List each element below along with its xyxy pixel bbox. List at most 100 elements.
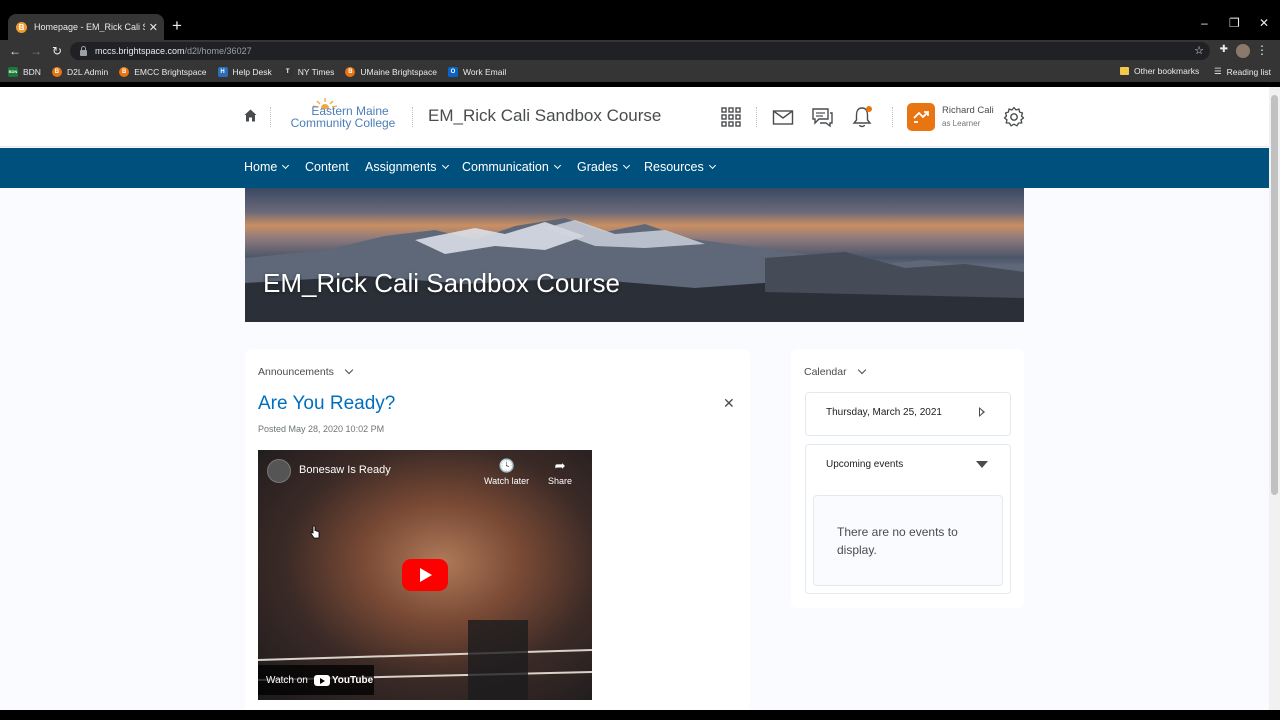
nav-grades[interactable]: Grades <box>577 160 631 174</box>
browser-tabbar: B Homepage - EM_Rick Cali Sandb ✕ + – ❐ … <box>0 0 1280 40</box>
announcement-title-link[interactable]: Are You Ready? <box>258 393 395 415</box>
new-tab-icon[interactable]: + <box>172 16 182 36</box>
role-switch-button[interactable] <box>907 103 935 131</box>
chevron-down-icon <box>441 161 449 170</box>
chevron-down-icon <box>857 365 866 375</box>
upcoming-events-label[interactable]: Upcoming events <box>826 459 903 470</box>
calendar-date-row[interactable]: Thursday, March 25, 2021 <box>805 392 1011 436</box>
address-bar-row: ← → ↻ mccs.brightspace.com/d2l/home/3602… <box>0 40 1280 62</box>
mountain-banner-image <box>245 218 1024 322</box>
bdn-icon: BDN <box>8 67 18 77</box>
tab-close-icon[interactable]: ✕ <box>149 21 158 34</box>
url-text: mccs.brightspace.com/d2l/home/36027 <box>95 46 252 56</box>
nytimes-icon: T <box>282 67 293 77</box>
minimize-icon[interactable]: – <box>1201 16 1208 30</box>
divider <box>270 107 271 127</box>
bookmark-help-desk[interactable]: H Help Desk <box>217 67 272 77</box>
calendar-menu[interactable]: Calendar <box>804 365 866 378</box>
brightspace-icon: B <box>51 67 62 77</box>
discussions-icon[interactable] <box>811 106 833 128</box>
chevron-down-icon <box>553 161 561 170</box>
watch-later-button[interactable]: 🕓 Watch later <box>484 458 529 486</box>
chevron-down-icon <box>708 161 716 170</box>
home-icon[interactable] <box>244 109 257 122</box>
expand-right-icon[interactable] <box>979 407 985 417</box>
no-events-box: There are no events to display. <box>813 495 1003 586</box>
no-events-message: There are no events to display. <box>837 525 958 557</box>
channel-avatar[interactable] <box>267 459 291 483</box>
youtube-logo-icon: YouTube <box>313 674 373 686</box>
banner-title: EM_Rick Cali Sandbox Course <box>263 268 620 298</box>
logo-text: Eastern Maine Community College <box>290 104 396 130</box>
folder-icon <box>1120 67 1129 75</box>
bookmark-d2l-admin[interactable]: B D2L Admin <box>51 67 108 77</box>
course-title[interactable]: EM_Rick Cali Sandbox Course <box>428 106 661 126</box>
chevron-down-icon <box>282 161 290 170</box>
bookmark-emcc-brightspace[interactable]: B EMCC Brightspace <box>119 67 207 77</box>
url-field[interactable]: mccs.brightspace.com/d2l/home/36027 <box>70 42 1210 60</box>
brightspace-page: Eastern Maine Community College EM_Rick … <box>0 87 1269 710</box>
user-role: as Learner <box>942 119 981 128</box>
outlook-icon: O <box>447 67 458 77</box>
calendar-date: Thursday, March 25, 2021 <box>826 407 942 418</box>
nav-communication[interactable]: Communication <box>462 160 561 174</box>
clock-icon: 🕓 <box>498 458 515 473</box>
collapse-down-icon[interactable] <box>976 461 988 468</box>
hand-cursor-icon <box>310 525 320 539</box>
reading-list-icon: ☰ <box>1214 66 1222 76</box>
chevron-down-icon <box>622 161 631 170</box>
share-arrow-icon: ➦ <box>554 458 566 473</box>
course-banner: EM_Rick Cali Sandbox Course <box>245 188 1024 322</box>
reading-list[interactable]: ☰ Reading list <box>1214 66 1271 77</box>
announcement-posted-date: Posted May 28, 2020 10:02 PM <box>258 424 385 434</box>
back-icon[interactable]: ← <box>9 43 21 59</box>
bookmark-star-icon[interactable]: ☆ <box>1194 44 1204 57</box>
bookmark-bdn[interactable]: BDN BDN <box>8 67 41 77</box>
nav-resources[interactable]: Resources <box>644 160 716 174</box>
help-desk-icon: H <box>217 67 228 77</box>
nav-home[interactable]: Home <box>244 160 290 174</box>
upcoming-events-panel: Upcoming events There are no events to d… <box>805 444 1011 594</box>
mail-icon[interactable] <box>772 106 794 128</box>
minibar-header: Eastern Maine Community College EM_Rick … <box>0 87 1269 147</box>
browser-menu-icon[interactable]: ⋮ <box>1256 43 1268 57</box>
brightspace-icon: B <box>119 67 130 77</box>
play-button[interactable] <box>402 559 448 591</box>
video-title[interactable]: Bonesaw Is Ready <box>299 464 391 476</box>
announcements-widget: Announcements Are You Ready? ✕ Posted Ma… <box>245 349 750 710</box>
profile-avatar[interactable] <box>1236 44 1250 58</box>
restore-icon[interactable]: ❐ <box>1229 16 1240 30</box>
scrollbar-thumb[interactable] <box>1271 95 1278 495</box>
divider <box>756 107 757 127</box>
settings-gear-icon[interactable] <box>1003 106 1025 128</box>
forward-icon[interactable]: → <box>30 43 42 59</box>
bookmark-ny-times[interactable]: T NY Times <box>282 67 334 77</box>
youtube-embed[interactable]: Bonesaw Is Ready 🕓 Watch later ➦ Share Wat… <box>258 450 592 700</box>
bookmark-umaine-brightspace[interactable]: B UMaine Brightspace <box>345 67 437 77</box>
page-scrollbar[interactable] <box>1269 87 1280 710</box>
user-name[interactable]: Richard Cali <box>942 105 994 116</box>
dismiss-announcement-icon[interactable]: ✕ <box>723 395 735 412</box>
window-bottom-edge <box>0 710 1280 720</box>
other-bookmarks[interactable]: Other bookmarks <box>1120 66 1199 76</box>
nav-assignments[interactable]: Assignments <box>365 160 449 174</box>
course-selector-grid-icon[interactable] <box>720 106 742 128</box>
window-close-icon[interactable]: ✕ <box>1259 16 1269 30</box>
divider <box>892 107 893 127</box>
emcc-logo[interactable]: Eastern Maine Community College <box>284 98 402 133</box>
bookmarks-bar: BDN BDN B D2L Admin B EMCC Brightspace H Hel… <box>0 62 1280 82</box>
role-switch-icon <box>913 111 929 123</box>
watch-on-youtube-button[interactable]: Watch on YouTube <box>258 665 374 695</box>
share-button[interactable]: ➦ Share <box>548 458 572 486</box>
course-navbar: Home Content Assignments Communication G… <box>0 148 1269 188</box>
announcements-menu[interactable]: Announcements <box>258 365 354 378</box>
lock-icon <box>80 45 87 56</box>
tab-title: Homepage - EM_Rick Cali Sandb <box>34 22 145 32</box>
reload-icon[interactable]: ↻ <box>52 43 62 59</box>
nav-content[interactable]: Content <box>305 160 349 174</box>
bookmark-work-email[interactable]: O Work Email <box>447 67 506 77</box>
divider <box>412 107 413 127</box>
chevron-down-icon <box>344 365 354 375</box>
browser-tab[interactable]: B Homepage - EM_Rick Cali Sandb ✕ <box>8 14 164 40</box>
extensions-icon[interactable]: ✚ <box>1220 44 1228 55</box>
